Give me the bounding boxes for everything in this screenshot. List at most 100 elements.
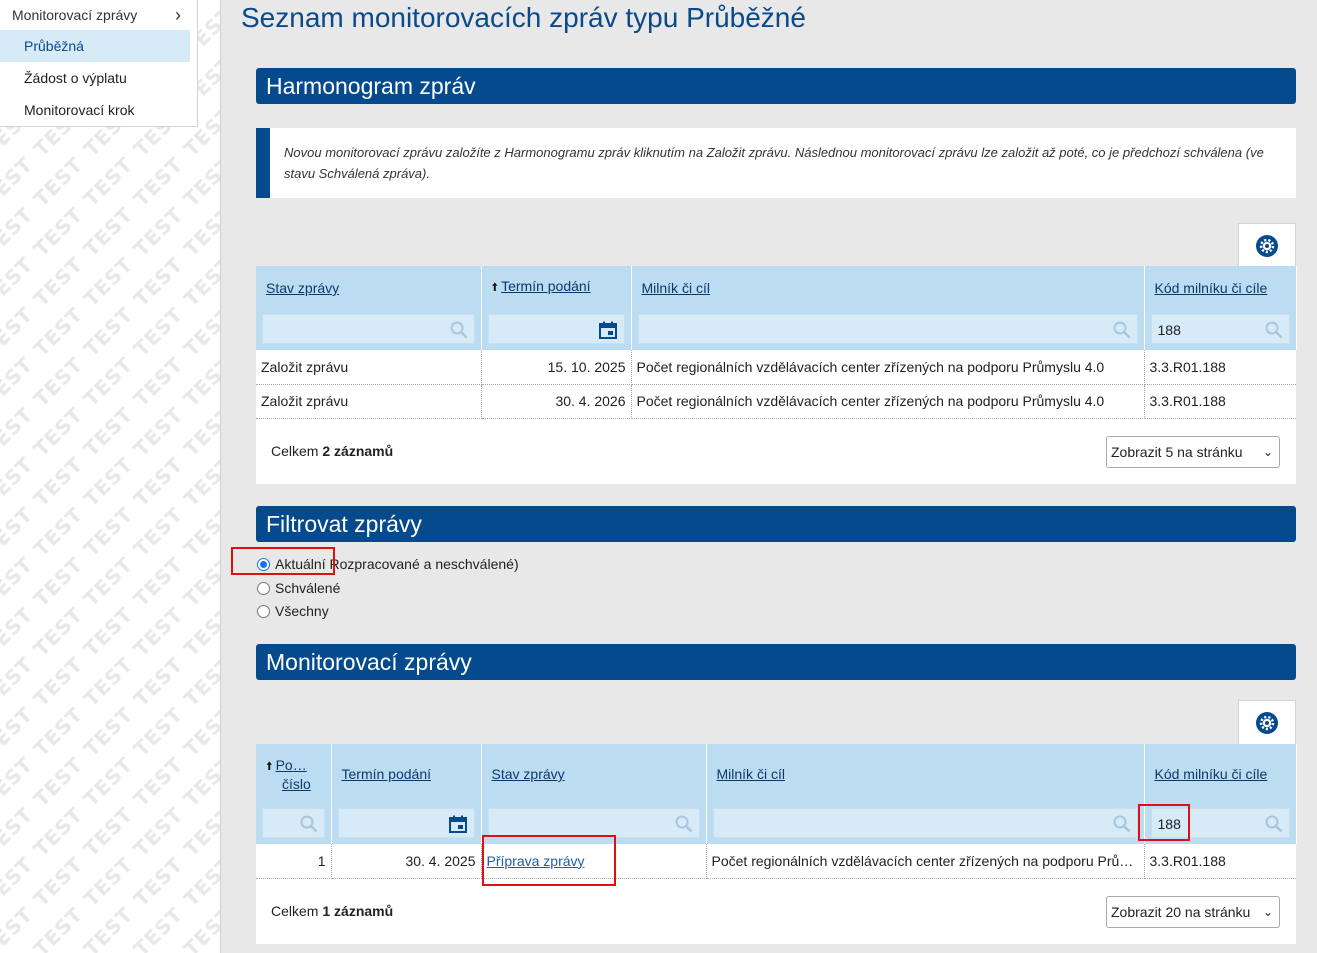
column-header[interactable]: 🠩 Po… číslo [256,744,332,804]
chevron-right-icon: › [175,5,181,25]
total-prefix: Celkem [271,902,323,919]
filter-milnik-input[interactable] [712,808,1138,838]
radio-label[interactable]: Schválené [275,580,340,596]
column-header-label[interactable]: Milník či cíl [717,766,785,782]
filter-termin-input[interactable] [487,314,625,344]
filter-cell [481,310,632,350]
search-icon [300,815,317,833]
column-header-label-2[interactable]: číslo [282,776,311,792]
table-row[interactable]: 1 30. 4. 2025 Příprava zprávy Počet regi… [256,844,1296,879]
column-header-label[interactable]: Milník či cíl [642,280,710,296]
sidebar-item-prubezna[interactable]: Průběžná [0,30,190,62]
info-message: Novou monitorovací zprávu založíte z Har… [256,128,1296,198]
table-header-row: Stav zprávy 🠩 Termín podání Milník či cíl… [256,266,1297,310]
highlight-box [1138,804,1190,841]
table-row[interactable]: Založit zprávu 15. 10. 2025 Počet region… [256,350,1296,385]
filter-cell [331,804,482,844]
page-size-select[interactable]: Zobrazit 20 na stránku ⌄ [1106,895,1280,928]
sidebar-parent-monitorovaci-zpravy[interactable]: Monitorovací zprávy › [0,0,197,30]
harmonogram-table-panel: Stav zprávy 🠩 Termín podání Milník či cíl… [256,266,1297,485]
table-footer: Celkem 2 záznamů Zobrazit 5 na stránku ⌄ [256,419,1296,485]
filter-kod-input[interactable]: 188 [1150,314,1290,344]
column-header-label[interactable]: Kód milníku či cíle [1155,766,1268,782]
filter-cislo-input[interactable] [262,808,325,838]
highlight-box [482,835,616,886]
search-icon [1113,321,1130,339]
chevron-down-icon: ⌄ [1262,444,1273,459]
gear-icon [1256,711,1278,734]
column-header[interactable]: Kód milníku či cíle [1144,266,1297,310]
chevron-down-icon: ⌄ [1262,904,1273,919]
search-icon [1265,321,1282,339]
search-icon [675,815,692,833]
monitorovaci-table-panel: 🠩 Po… číslo Termín podání Stav zprávy Mil… [256,744,1297,945]
sidebar-parent-label: Monitorovací zprávy [12,7,138,23]
calendar-icon[interactable] [448,814,468,834]
column-header[interactable]: Kód milníku či cíle [1144,744,1297,804]
filter-cell [256,804,332,844]
cell-stav[interactable]: Založit zprávu [256,384,482,419]
search-icon [1265,815,1282,833]
sidebar-item-monitorovaci-krok[interactable]: Monitorovací krok [0,94,197,126]
column-header-label[interactable]: Stav zprávy [266,280,339,296]
total-number: 2 záznamů [322,442,394,459]
column-header-label[interactable]: Stav zprávy [492,766,565,782]
table-footer: Celkem 1 záznamů Zobrazit 20 na stránku ⌄ [256,879,1296,945]
cell-termin: 15. 10. 2025 [481,350,632,385]
total-count: Celkem 1 záznamů [271,903,393,919]
radio-vsechny[interactable]: Všechny [257,603,329,619]
cell-termin: 30. 4. 2025 [331,844,482,879]
cell-milnik: Počet regionálních vzdělávacích center z… [631,384,1145,419]
column-header-label[interactable]: Termín podání [501,278,591,294]
radio-button[interactable] [257,581,270,595]
sort-ascending-icon: 🠩 [266,758,273,773]
filter-termin-input[interactable] [337,808,475,838]
column-header[interactable]: Termín podání [331,744,482,804]
cell-cislo: 1 [256,844,332,879]
filter-cell [631,310,1145,350]
page-title: Seznam monitorovacích zpráv typu Průběžn… [241,2,806,33]
cell-stav[interactable]: Založit zprávu [256,350,482,385]
filter-row: 188 [256,310,1297,350]
monitorovaci-settings-button[interactable] [1238,700,1296,744]
filter-cell: 188 [1144,310,1297,350]
cell-milnik: Počet regionálních vzdělávacích center z… [631,350,1145,385]
column-header[interactable]: Stav zprávy [481,744,707,804]
column-header[interactable]: Milník či cíl [706,744,1145,804]
cell-kod: 3.3.R01.188 [1144,384,1296,419]
cell-milnik: Počet regionálních vzdělávacích center z… [706,844,1145,879]
total-prefix: Celkem [271,442,323,459]
calendar-icon[interactable] [598,320,618,340]
column-header[interactable]: Stav zprávy [256,266,482,310]
filter-stav-input[interactable] [262,314,475,344]
radio-schvalene[interactable]: Schválené [257,580,340,596]
radio-button[interactable] [257,604,270,618]
radio-label[interactable]: Všechny [275,603,329,619]
column-header[interactable]: Milník či cíl [631,266,1145,310]
filter-cell [256,310,482,350]
harmonogram-table: Stav zprávy 🠩 Termín podání Milník či cíl… [256,266,1297,419]
filter-milnik-input[interactable] [637,314,1138,344]
highlight-box [231,547,335,575]
page-size-select[interactable]: Zobrazit 5 na stránku ⌄ [1106,435,1280,468]
filter-stav-input[interactable] [487,808,700,838]
harmonogram-header: Harmonogram zpráv [256,68,1296,104]
total-count: Celkem 2 záznamů [271,443,393,459]
column-header[interactable]: 🠩 Termín podání [481,266,632,310]
column-header-label[interactable]: Po… [276,757,307,773]
cell-kod: 3.3.R01.188 [1144,844,1296,879]
main-content: Seznam monitorovacích zpráv typu Průběžn… [220,0,1317,953]
harmonogram-settings-button[interactable] [1238,223,1296,267]
sidebar-item-zadost-o-vyplatu[interactable]: Žádost o výplatu [0,62,197,94]
gear-icon [1256,234,1278,257]
search-icon [1113,815,1130,833]
column-header-label[interactable]: Termín podání [342,766,432,782]
cell-kod: 3.3.R01.188 [1144,350,1296,385]
filter-value: 188 [1157,322,1181,338]
table-row[interactable]: Založit zprávu 30. 4. 2026 Počet regioná… [256,384,1296,419]
page-size-value: Zobrazit 5 na stránku [1111,443,1243,460]
total-number: 1 záznamů [322,902,394,919]
monitorovaci-header: Monitorovací zprávy [256,644,1296,680]
column-header-label[interactable]: Kód milníku či cíle [1155,280,1268,296]
test-watermark: TEST TEST TEST TEST TEST TEST TEST TEST TEST TEST… [0,2,220,953]
